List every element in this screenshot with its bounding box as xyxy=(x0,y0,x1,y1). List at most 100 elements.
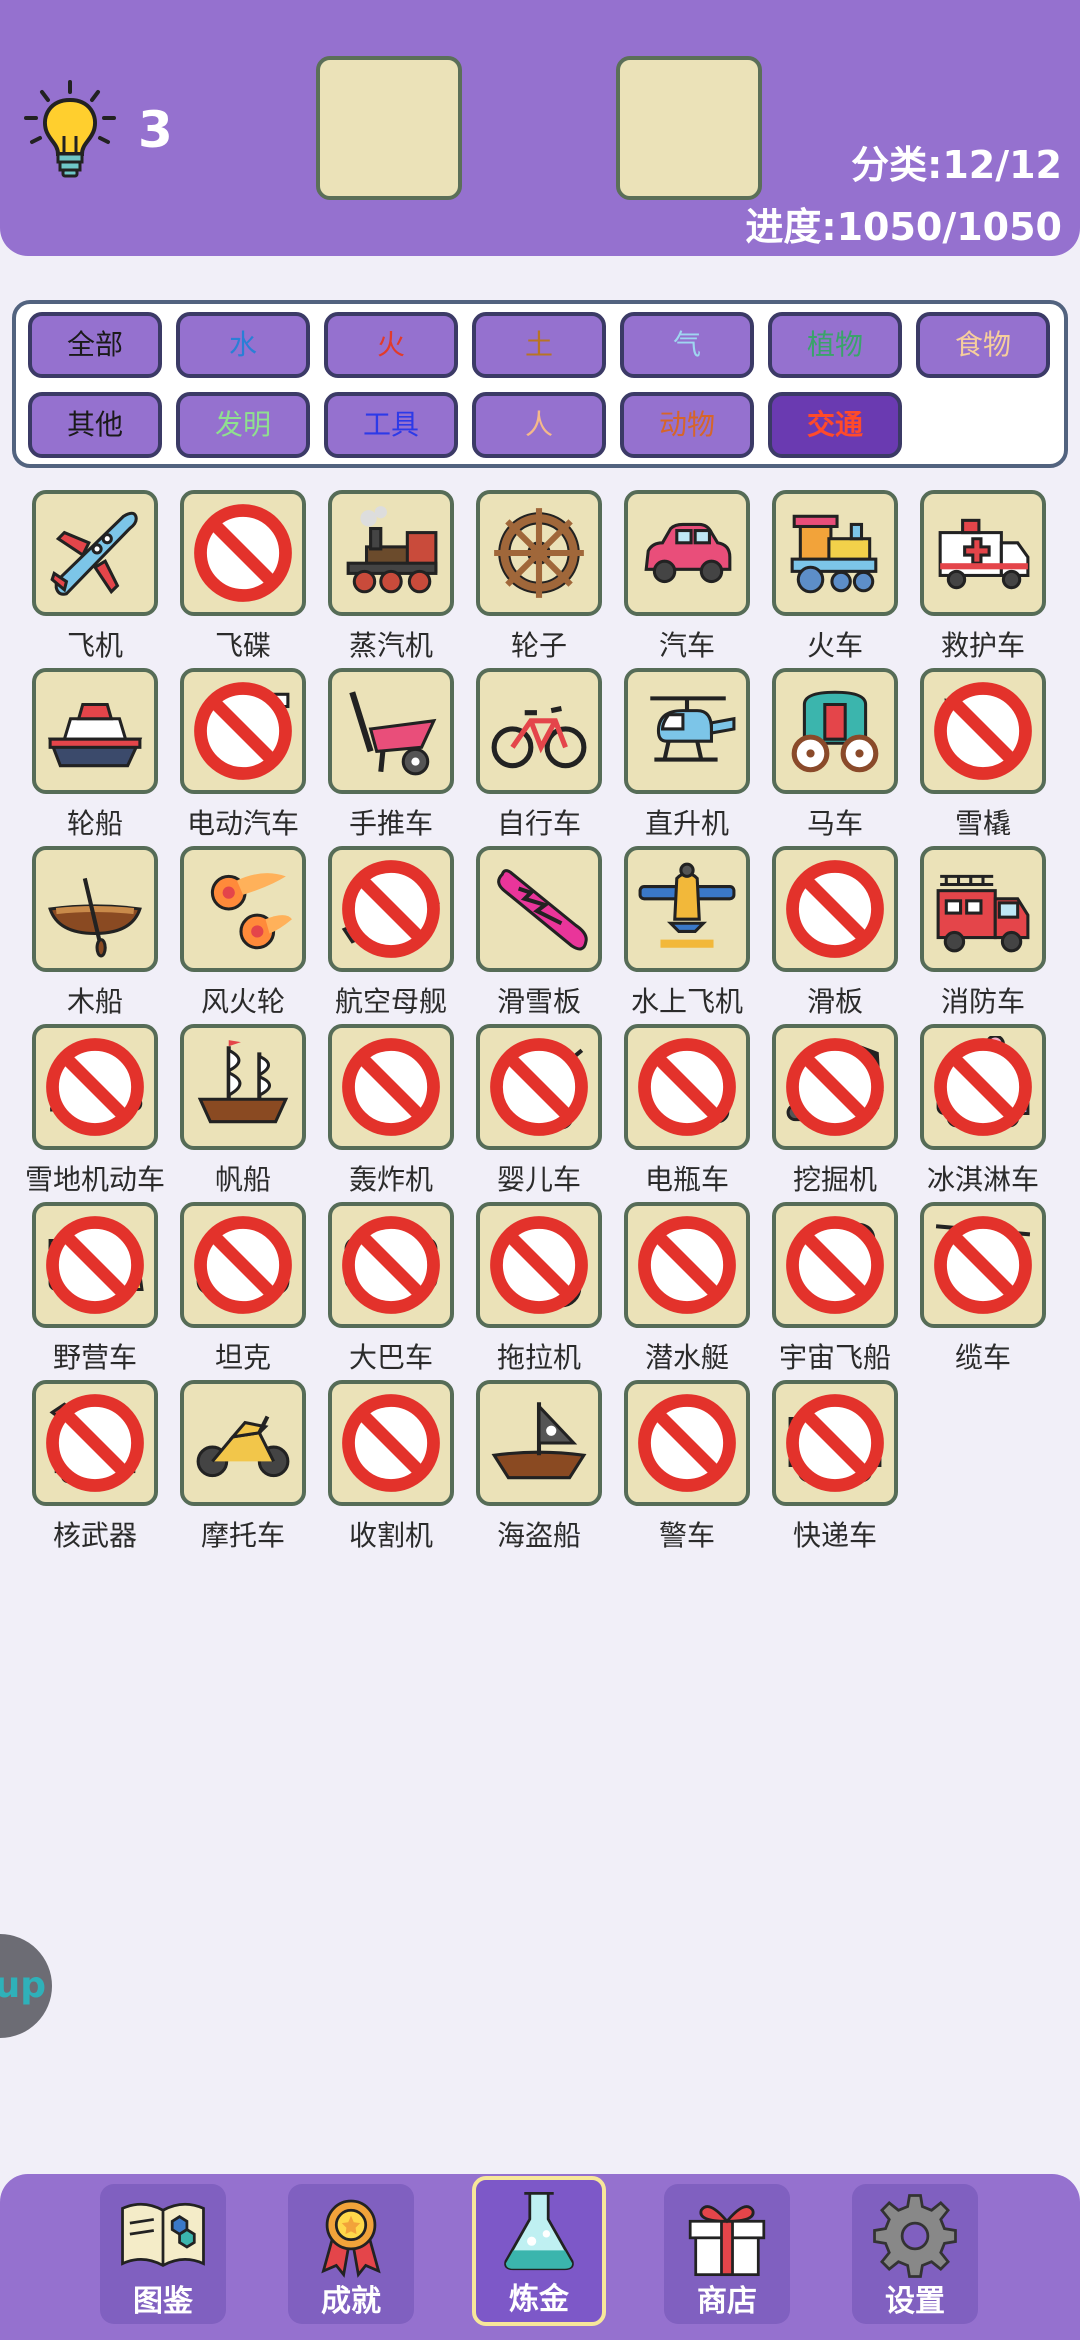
element-tile[interactable] xyxy=(624,490,750,616)
scroll-up-tab[interactable]: up xyxy=(0,1934,52,2038)
element-item[interactable]: 雪橇 xyxy=(918,668,1048,848)
element-item[interactable]: 蒸汽机 xyxy=(326,490,456,670)
element-tile[interactable] xyxy=(920,1202,1046,1328)
filter-tab-7[interactable]: 其他 xyxy=(28,392,162,458)
element-item[interactable]: 风火轮 xyxy=(178,846,308,1026)
element-tile[interactable] xyxy=(476,1380,602,1506)
element-tile[interactable] xyxy=(32,668,158,794)
element-tile[interactable] xyxy=(624,1202,750,1328)
filter-tab-9[interactable]: 工具 xyxy=(324,392,458,458)
element-item[interactable]: 摩托车 xyxy=(178,1380,308,1560)
nav-flask[interactable]: 炼金 xyxy=(472,2176,606,2326)
element-item[interactable]: 手推车 xyxy=(326,668,456,848)
element-item[interactable]: 缆车 xyxy=(918,1202,1048,1382)
element-tile[interactable] xyxy=(920,846,1046,972)
element-item[interactable]: 挖掘机 xyxy=(770,1024,900,1204)
nav-gear[interactable]: 设置 xyxy=(852,2184,978,2324)
element-item[interactable]: 轮船 xyxy=(30,668,160,848)
element-item[interactable]: 直升机 xyxy=(622,668,752,848)
filter-tab-3[interactable]: 土 xyxy=(472,312,606,378)
element-item[interactable]: 消防车 xyxy=(918,846,1048,1026)
element-tile[interactable] xyxy=(772,490,898,616)
element-item[interactable]: 帆船 xyxy=(178,1024,308,1204)
element-item[interactable]: 木船 xyxy=(30,846,160,1026)
element-tile[interactable] xyxy=(328,1202,454,1328)
element-tile[interactable] xyxy=(328,668,454,794)
element-tile[interactable] xyxy=(624,1024,750,1150)
element-tile[interactable] xyxy=(328,1024,454,1150)
element-tile[interactable] xyxy=(920,490,1046,616)
element-item[interactable]: 飞碟 xyxy=(178,490,308,670)
element-tile[interactable] xyxy=(624,846,750,972)
element-tile[interactable] xyxy=(32,1380,158,1506)
element-item[interactable]: 拖拉机 xyxy=(474,1202,604,1382)
element-tile[interactable] xyxy=(328,846,454,972)
element-item[interactable]: 宇宙飞船 xyxy=(770,1202,900,1382)
filter-tab-0[interactable]: 全部 xyxy=(28,312,162,378)
element-tile[interactable] xyxy=(772,1024,898,1150)
element-tile[interactable] xyxy=(180,490,306,616)
element-item[interactable]: 自行车 xyxy=(474,668,604,848)
element-tile[interactable] xyxy=(476,1024,602,1150)
element-tile[interactable] xyxy=(624,668,750,794)
element-tile[interactable] xyxy=(328,1380,454,1506)
element-item[interactable]: 汽车 xyxy=(622,490,752,670)
element-tile[interactable] xyxy=(32,1024,158,1150)
combine-slot-2[interactable] xyxy=(616,56,762,200)
element-item[interactable]: 电动汽车 xyxy=(178,668,308,848)
element-item[interactable]: 电瓶车 xyxy=(622,1024,752,1204)
element-item[interactable]: 坦克 xyxy=(178,1202,308,1382)
element-tile[interactable] xyxy=(624,1380,750,1506)
filter-tab-12[interactable]: 交通 xyxy=(768,392,902,458)
element-tile[interactable] xyxy=(772,1202,898,1328)
element-item[interactable]: 飞机 xyxy=(30,490,160,670)
filter-tab-11[interactable]: 动物 xyxy=(620,392,754,458)
element-item[interactable]: 水上飞机 xyxy=(622,846,752,1026)
filter-tab-4[interactable]: 气 xyxy=(620,312,754,378)
element-item[interactable]: 滑雪板 xyxy=(474,846,604,1026)
element-item[interactable]: 收割机 xyxy=(326,1380,456,1560)
element-item[interactable]: 轰炸机 xyxy=(326,1024,456,1204)
element-item[interactable]: 潜水艇 xyxy=(622,1202,752,1382)
element-item[interactable]: 海盗船 xyxy=(474,1380,604,1560)
element-tile[interactable] xyxy=(476,668,602,794)
element-tile[interactable] xyxy=(180,668,306,794)
nav-encyclopedia-book[interactable]: 图鉴 xyxy=(100,2184,226,2324)
element-item[interactable]: 快递车 xyxy=(770,1380,900,1560)
element-tile[interactable] xyxy=(180,846,306,972)
filter-tab-8[interactable]: 发明 xyxy=(176,392,310,458)
element-tile[interactable] xyxy=(476,846,602,972)
element-item[interactable]: 轮子 xyxy=(474,490,604,670)
element-item[interactable]: 雪地机动车 xyxy=(25,1024,165,1204)
element-tile[interactable] xyxy=(180,1024,306,1150)
element-item[interactable]: 马车 xyxy=(770,668,900,848)
element-tile[interactable] xyxy=(476,1202,602,1328)
element-tile[interactable] xyxy=(180,1202,306,1328)
element-tile[interactable] xyxy=(920,1024,1046,1150)
filter-tab-6[interactable]: 食物 xyxy=(916,312,1050,378)
element-tile[interactable] xyxy=(180,1380,306,1506)
element-item[interactable]: 核武器 xyxy=(30,1380,160,1560)
element-tile[interactable] xyxy=(32,1202,158,1328)
element-tile[interactable] xyxy=(772,668,898,794)
element-item[interactable]: 救护车 xyxy=(918,490,1048,670)
element-item[interactable]: 野营车 xyxy=(30,1202,160,1382)
element-tile[interactable] xyxy=(476,490,602,616)
filter-tab-2[interactable]: 火 xyxy=(324,312,458,378)
filter-tab-1[interactable]: 水 xyxy=(176,312,310,378)
element-item[interactable]: 滑板 xyxy=(770,846,900,1026)
element-item[interactable]: 航空母舰 xyxy=(326,846,456,1026)
element-tile[interactable] xyxy=(328,490,454,616)
element-tile[interactable] xyxy=(32,846,158,972)
element-item[interactable]: 大巴车 xyxy=(326,1202,456,1382)
element-tile[interactable] xyxy=(772,1380,898,1506)
element-item[interactable]: 冰淇淋车 xyxy=(918,1024,1048,1204)
element-tile[interactable] xyxy=(32,490,158,616)
combine-slot-1[interactable] xyxy=(316,56,462,200)
element-tile[interactable] xyxy=(920,668,1046,794)
nav-medal[interactable]: 成就 xyxy=(288,2184,414,2324)
nav-gift-box[interactable]: 商店 xyxy=(664,2184,790,2324)
filter-tab-5[interactable]: 植物 xyxy=(768,312,902,378)
element-item[interactable]: 警车 xyxy=(622,1380,752,1560)
element-item[interactable]: 婴儿车 xyxy=(474,1024,604,1204)
